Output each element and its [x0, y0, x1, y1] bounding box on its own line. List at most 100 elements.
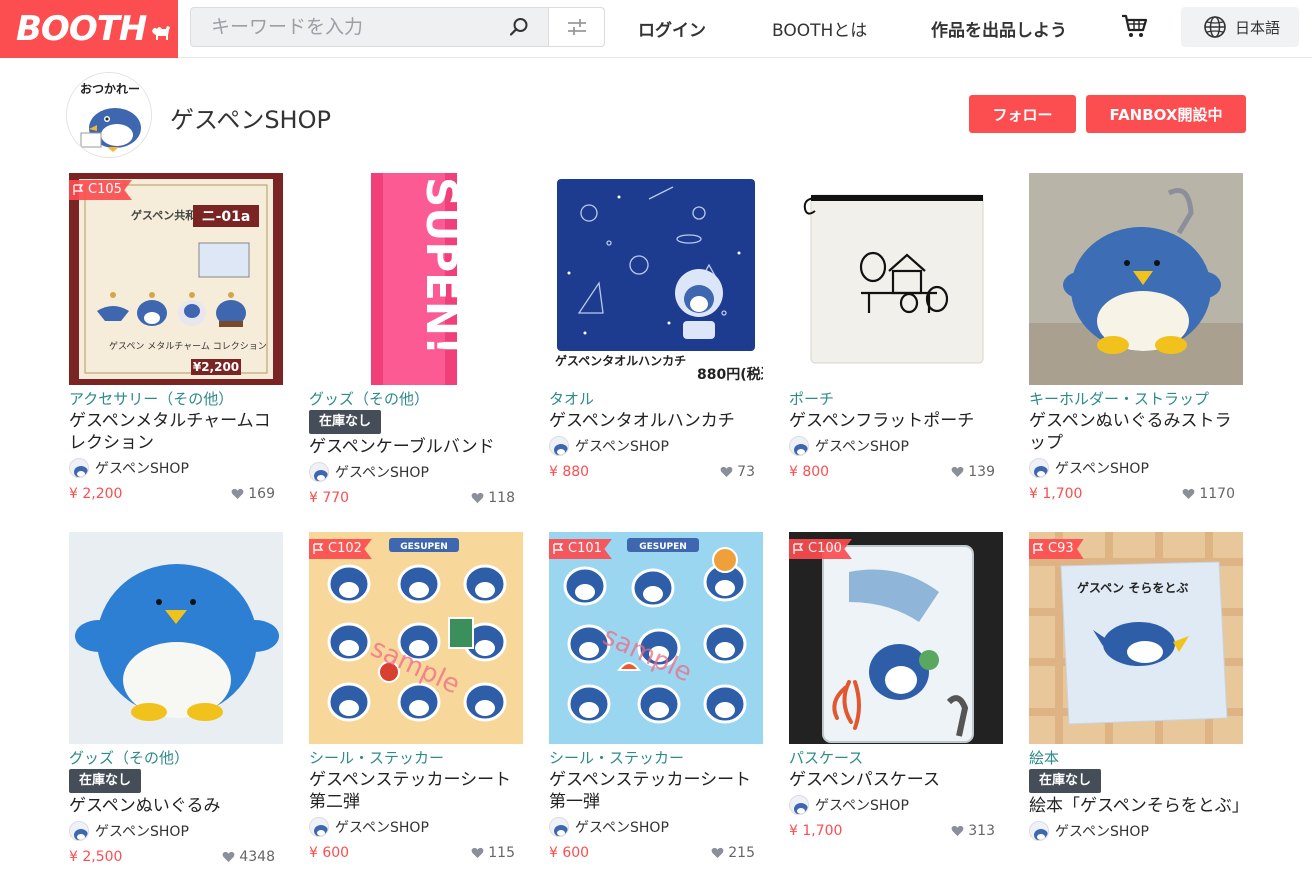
heart-icon [471, 847, 484, 858]
item-category[interactable]: タオル [549, 388, 763, 408]
fanbox-button[interactable]: FANBOX開設中 [1086, 95, 1246, 133]
item-card[interactable]: C100 パスケース ゲスペンパスケース ゲスペンSHOP ¥ 1,700 31… [789, 532, 1003, 841]
search-input[interactable] [191, 8, 490, 46]
item-title[interactable]: ゲスペンステッカーシート第二弾 [309, 769, 523, 813]
flag-icon [1033, 543, 1044, 554]
item-shop[interactable]: ゲスペンSHOP [789, 435, 1003, 457]
search-button[interactable] [490, 8, 548, 46]
item-shop[interactable]: ゲスペンSHOP [69, 457, 283, 479]
item-thumbnail[interactable]: ゲスペン共和国 ニ-01a ゲスペン メタルチャーム コレクション ¥2,200… [69, 173, 283, 385]
item-title[interactable]: ゲスペンぬいぐるみ [69, 795, 283, 817]
booth-logo[interactable]: BOOTH [0, 0, 178, 58]
item-title[interactable]: ゲスペンメタルチャームコレクション [69, 410, 283, 454]
item-card[interactable]: キーホルダー・ストラップ ゲスペンぬいぐるみストラップ ゲスペンSHOP ¥ 1… [1029, 173, 1243, 504]
item-shop-name: ゲスペンSHOP [335, 820, 429, 836]
like-button[interactable]: 313 [951, 823, 1003, 839]
shop-avatar-penguin-illustration: おつかれー [67, 73, 151, 157]
like-button[interactable]: 115 [471, 845, 523, 861]
item-thumbnail[interactable]: ゲスペンタオルハンカチ 880円(税込 [549, 173, 763, 385]
item-category[interactable]: パスケース [789, 747, 1003, 767]
about-booth-link[interactable]: BOOTHとは [772, 16, 867, 41]
start-selling-link[interactable]: 作品を出品しよう [931, 16, 1067, 41]
item-title[interactable]: ゲスペンフラットポーチ [789, 410, 1003, 432]
shop-mini-avatar [309, 462, 329, 482]
event-label: C101 [568, 541, 602, 556]
item-category[interactable]: グッズ（その他） [309, 388, 523, 408]
item-price: ¥ 1,700 [1029, 486, 1083, 502]
item-thumbnail[interactable] [69, 532, 283, 744]
item-card[interactable]: ポーチ ゲスペンフラットポーチ ゲスペンSHOP ¥ 800 139 [789, 173, 1003, 482]
item-category[interactable]: シール・ステッカー [309, 747, 523, 767]
login-link[interactable]: ログイン [638, 16, 706, 41]
sticker-sheet-1-image: GESUPEN sample [549, 532, 763, 744]
item-shop[interactable]: ゲスペンSHOP [549, 816, 763, 838]
like-button[interactable]: 139 [951, 464, 1003, 480]
item-shop[interactable]: ゲスペンSHOP [69, 820, 283, 842]
item-thumbnail[interactable]: C100 [789, 532, 1003, 744]
item-price-row: ¥ 2,200 169 [69, 484, 283, 504]
item-thumbnail[interactable]: GESUPEN sample C102 [309, 532, 523, 744]
like-count: 1170 [1199, 486, 1235, 502]
item-category[interactable]: シール・ステッカー [549, 747, 763, 767]
flag-icon [73, 184, 84, 195]
svg-text:ニ-01a: ニ-01a [202, 209, 251, 225]
like-count: 115 [488, 845, 515, 861]
item-title[interactable]: 絵本「ゲスペンそらをとぶ」 [1029, 795, 1249, 817]
item-title[interactable]: ゲスペンパスケース [789, 769, 1003, 791]
shop-mini-avatar [789, 795, 809, 815]
item-shop[interactable]: ゲスペンSHOP [1029, 457, 1243, 479]
item-thumbnail[interactable] [1029, 173, 1243, 385]
item-shop[interactable]: ゲスペンSHOP [309, 461, 523, 483]
item-price-row: ¥ 880 73 [549, 462, 763, 482]
item-category[interactable]: グッズ（その他） [69, 747, 283, 767]
item-title[interactable]: ゲスペンぬいぐるみストラップ [1029, 410, 1243, 454]
item-category[interactable]: 絵本 [1029, 747, 1243, 767]
item-shop-name: ゲスペンSHOP [575, 820, 669, 836]
item-card[interactable]: GESUPEN sample C102 シール・ステッカー ゲスペンステッカーシ… [309, 532, 523, 863]
out-of-stock-badge: 在庫なし [69, 769, 142, 793]
filter-button[interactable] [548, 8, 604, 46]
item-category[interactable]: キーホルダー・ストラップ [1029, 388, 1243, 408]
item-shop[interactable]: ゲスペンSHOP [309, 816, 523, 838]
search-bar [190, 7, 605, 47]
item-thumbnail[interactable] [789, 173, 1003, 385]
cart-button[interactable] [1120, 12, 1148, 44]
shop-name[interactable]: ゲスペンSHOP [170, 100, 331, 135]
item-card[interactable]: ゲスペン そらをとぶ C93 絵本 在庫なし 絵本「ゲスペンそらをとぶ」 ゲスペ… [1029, 532, 1249, 842]
item-card[interactable]: グッズ（その他） 在庫なし ゲスペンぬいぐるみ ゲスペンSHOP ¥ 2,500… [69, 532, 283, 867]
shop-avatar[interactable]: おつかれー [66, 72, 152, 158]
search-icon [509, 18, 528, 36]
shop-mini-avatar [549, 817, 569, 837]
sliders-icon [567, 19, 586, 35]
flag-icon [553, 543, 564, 554]
like-button[interactable]: 169 [231, 486, 283, 502]
follow-button[interactable]: フォロー [969, 95, 1076, 133]
like-button[interactable]: 215 [711, 845, 763, 861]
item-thumbnail[interactable]: GESUPEN sample C101 [549, 532, 763, 744]
item-category[interactable]: アクセサリー（その他） [69, 388, 283, 408]
item-card[interactable]: SUPEN! グッズ（その他） 在庫なし ゲスペンケーブルバンド ゲスペンSHO… [309, 173, 523, 508]
svg-text:ゲスペンタオルハンカチ: ゲスペンタオルハンカチ [555, 353, 686, 368]
pass-case-image [789, 532, 1003, 744]
logo-camel-icon [152, 26, 171, 40]
item-card[interactable]: GESUPEN sample C101 シール・ステッカー ゲスペンステッカーシ… [549, 532, 763, 863]
item-card[interactable]: ゲスペンタオルハンカチ 880円(税込 タオル ゲスペンタオルハンカチ ゲスペン… [549, 173, 763, 482]
item-title[interactable]: ゲスペンステッカーシート第一弾 [549, 769, 763, 813]
item-thumbnail[interactable]: ゲスペン そらをとぶ C93 [1029, 532, 1243, 744]
item-card[interactable]: ゲスペン共和国 ニ-01a ゲスペン メタルチャーム コレクション ¥2,200… [69, 173, 283, 504]
language-selector[interactable]: 日本語 [1181, 7, 1299, 47]
item-title[interactable]: ゲスペンケーブルバンド [309, 436, 523, 458]
item-shop[interactable]: ゲスペンSHOP [549, 435, 763, 457]
item-thumbnail[interactable]: SUPEN! [309, 173, 523, 385]
plush-image [69, 532, 283, 744]
item-shop[interactable]: ゲスペンSHOP [1029, 820, 1243, 842]
like-button[interactable]: 73 [720, 464, 763, 480]
item-title[interactable]: ゲスペンタオルハンカチ [549, 410, 763, 432]
item-shop-name: ゲスペンSHOP [95, 824, 189, 840]
item-category[interactable]: ポーチ [789, 388, 1003, 408]
like-button[interactable]: 4348 [222, 849, 283, 865]
item-shop[interactable]: ゲスペンSHOP [789, 794, 1003, 816]
item-price: ¥ 600 [549, 845, 590, 861]
like-button[interactable]: 118 [471, 490, 523, 506]
like-button[interactable]: 1170 [1182, 486, 1243, 502]
